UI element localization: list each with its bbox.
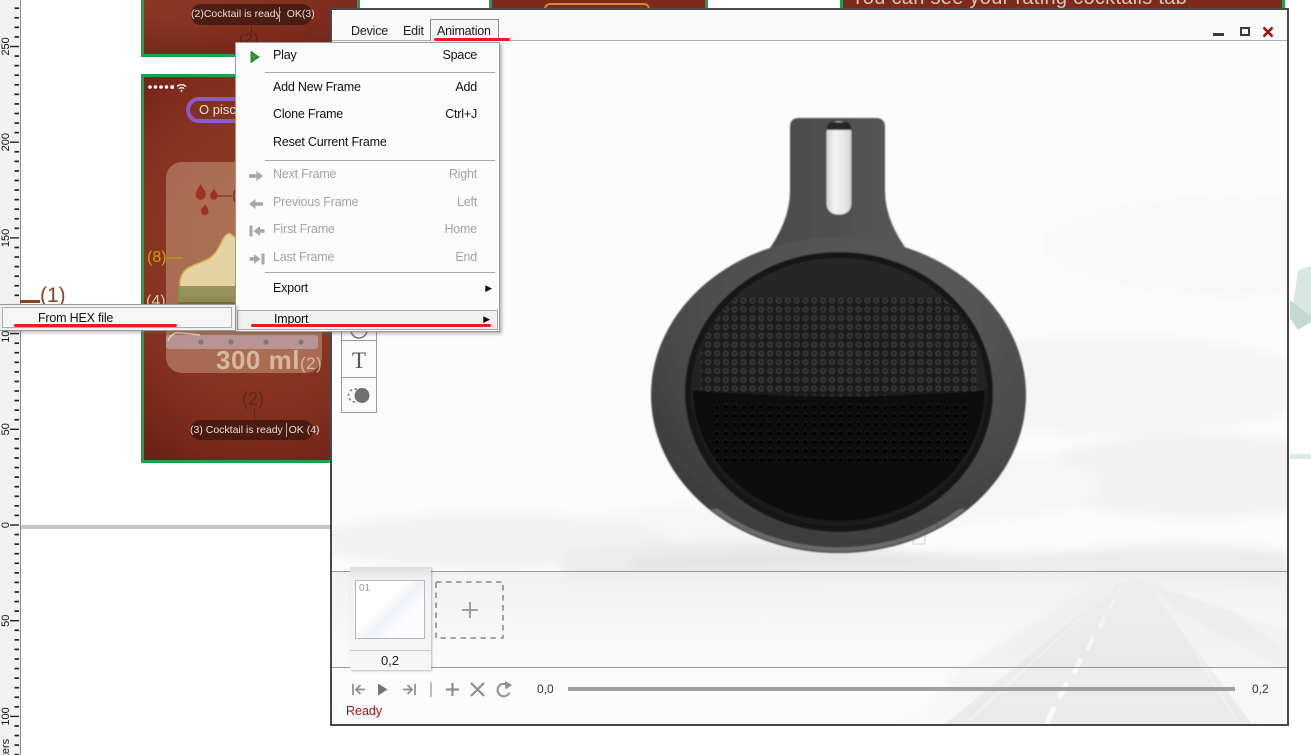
svg-text:50: 50 <box>0 615 12 627</box>
svg-text:T: T <box>352 348 366 373</box>
svg-text:200: 200 <box>0 133 12 151</box>
svg-text:100: 100 <box>0 707 12 725</box>
svg-text:50: 50 <box>0 423 12 435</box>
svg-text:150: 150 <box>0 229 12 247</box>
svg-text:250: 250 <box>0 37 12 55</box>
svg-text:0: 0 <box>0 522 12 528</box>
svg-text:ters: ters <box>0 738 12 755</box>
